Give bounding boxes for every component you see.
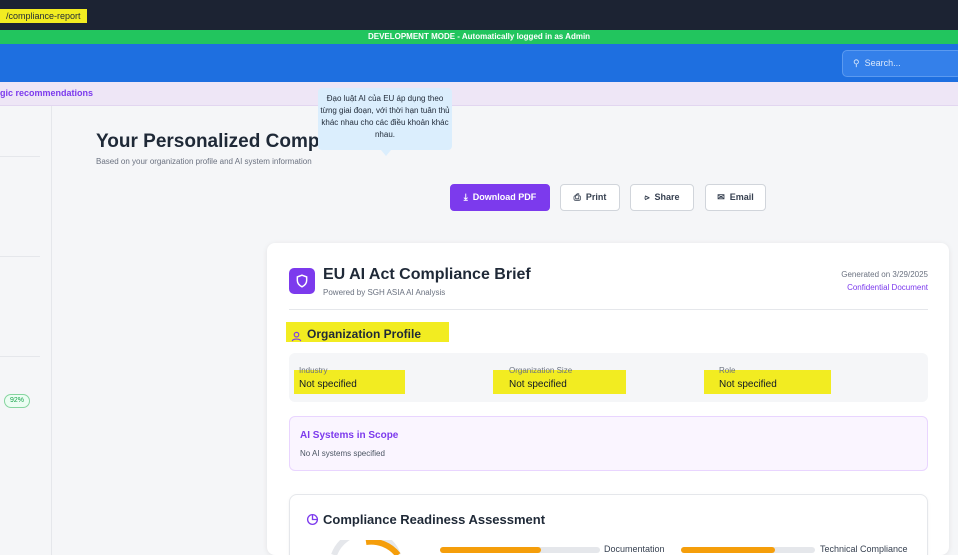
industry-value: Not specified <box>299 379 357 390</box>
search-input[interactable]: ⚲ Search... <box>842 50 958 77</box>
card-divider <box>289 309 928 310</box>
technical-compliance-progress-fill <box>681 547 775 553</box>
search-placeholder: Search... <box>864 58 901 68</box>
user-icon <box>291 329 302 347</box>
mail-icon: ✉ <box>717 192 725 202</box>
dev-mode-banner: DEVELOPMENT MODE - Automatically logged … <box>0 30 958 44</box>
download-icon: ⤓ <box>463 192 468 202</box>
org-profile-title: Organization Profile <box>307 327 422 341</box>
brief-powered-by: Powered by SGH ASIA AI Analysis <box>323 288 446 297</box>
recommendations-strip: gic recommendations <box>0 82 958 106</box>
url-path[interactable]: /compliance-report <box>0 9 87 23</box>
percent-badge: 92% <box>4 394 31 408</box>
documentation-progress-fill <box>440 547 541 553</box>
org-size-label: Organization Size <box>509 366 573 375</box>
ai-systems-title: AI Systems in Scope <box>300 430 399 441</box>
page-subtitle: Based on your organization profile and A… <box>96 157 312 166</box>
share-icon: ⪧ <box>644 192 650 202</box>
org-size-value: Not specified <box>509 379 567 390</box>
industry-label: Industry <box>299 366 328 375</box>
sidebar-divider <box>0 356 40 357</box>
share-label: Share <box>654 192 680 202</box>
ai-systems-box <box>289 416 928 471</box>
brief-title: EU AI Act Compliance Brief <box>323 266 531 283</box>
ai-systems-empty: No AI systems specified <box>300 449 385 458</box>
print-button[interactable]: ⎙ Print <box>560 184 620 211</box>
technical-compliance-label: Technical Compliance <box>820 544 908 554</box>
readiness-gauge <box>331 540 401 555</box>
search-icon: ⚲ <box>853 58 860 68</box>
download-pdf-button[interactable]: ⤓ Download PDF <box>450 184 550 211</box>
top-nav-bar: ⚲ Search... <box>0 44 958 82</box>
shield-icon <box>289 268 315 294</box>
email-label: Email <box>729 192 754 202</box>
role-label: Role <box>719 366 736 375</box>
share-button[interactable]: ⪧ Share <box>630 184 694 211</box>
documentation-progress <box>440 547 600 553</box>
sidebar: 92% <box>0 106 52 555</box>
print-label: Print <box>585 192 607 202</box>
role-value: Not specified <box>719 379 777 390</box>
documentation-label: Documentation <box>604 544 665 554</box>
generated-date: Generated on 3/29/2025 <box>841 270 928 279</box>
printer-icon: ⎙ <box>573 192 581 202</box>
tooltip-arrow <box>381 150 391 156</box>
confidential-label: Confidential Document <box>847 283 928 292</box>
strip-tab-label[interactable]: gic recommendations <box>0 88 93 98</box>
sidebar-divider <box>0 156 40 157</box>
sidebar-divider <box>0 256 40 257</box>
download-pdf-label: Download PDF <box>472 192 537 202</box>
browser-url-bar: /compliance-report <box>0 0 958 30</box>
email-button[interactable]: ✉ Email <box>705 184 766 211</box>
pie-chart-icon <box>306 513 319 531</box>
page-title: Your Personalized Compl <box>96 131 325 152</box>
technical-compliance-progress <box>681 547 815 553</box>
readiness-title: Compliance Readiness Assessment <box>323 512 546 527</box>
tooltip: Đạo luật AI của EU áp dụng theo từng gia… <box>318 88 452 150</box>
